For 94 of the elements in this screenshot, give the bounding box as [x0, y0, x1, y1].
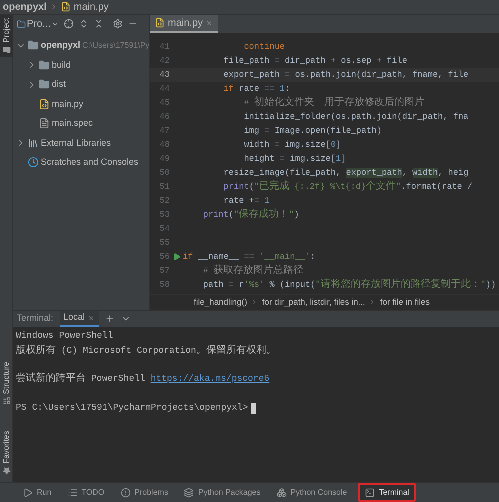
code-line: resize_image(file_path, export_path, width, heig	[222, 166, 469, 180]
separator-icon	[251, 299, 258, 306]
tool-window-button[interactable]: Problems	[116, 483, 174, 502]
line-number: 51	[158, 180, 170, 194]
line-number: 53	[158, 208, 170, 222]
line-number: 54	[158, 222, 170, 236]
terminal-icon	[365, 488, 376, 498]
structure-icon	[2, 397, 10, 406]
tool-window-button[interactable]: Python Console	[272, 483, 352, 502]
line-number: 52	[158, 194, 170, 208]
run-icon[interactable]	[172, 253, 180, 261]
project-view-dropdown[interactable]: Pro...	[17, 16, 59, 32]
collapse-all-icon[interactable]	[94, 19, 104, 29]
code-line: path = r'%s' % (input("请将您的存放图片的路径复制于此："))	[202, 278, 496, 292]
terminal-line: Windows PowerShell	[16, 330, 114, 344]
close-icon[interactable]	[88, 314, 96, 322]
scratches-icon	[28, 157, 39, 168]
settings-icon[interactable]	[112, 19, 123, 29]
breadcrumb-item[interactable]: openpyxl	[3, 0, 47, 14]
library-icon	[28, 138, 39, 149]
editor-tab[interactable]: main.py	[150, 15, 218, 33]
tool-window-button[interactable]: Python Packages	[179, 483, 266, 502]
line-number: 58	[158, 278, 170, 292]
tool-window-button[interactable]: Run	[18, 483, 57, 502]
play-icon	[23, 488, 33, 498]
code-line: if __name__ == '__main__':	[183, 250, 316, 264]
tool-window-button[interactable]: TODO	[62, 483, 110, 502]
line-number: 45	[158, 96, 170, 110]
tree-item[interactable]: openpyxl	[41, 39, 81, 52]
folder-icon	[28, 40, 39, 52]
folder-icon	[2, 46, 10, 54]
terminal-prompt: PS C:\Users\17591\PycharmProjects\openpyxl>	[16, 402, 248, 415]
terminal-tab[interactable]: Local	[60, 311, 100, 327]
new-tab-icon[interactable]	[105, 314, 116, 324]
line-number: 48	[158, 138, 170, 152]
code-line: if rate == 1:	[222, 82, 290, 96]
side-tool-tab[interactable]: Project	[0, 15, 13, 57]
line-number: 57	[158, 264, 170, 278]
caret-icon	[52, 20, 59, 28]
terminal-title: Terminal:	[17, 312, 54, 326]
code-line: continue	[243, 40, 286, 54]
tree-item[interactable]: Scratches and Consoles	[41, 156, 139, 170]
code-line: rate += 1	[222, 194, 270, 208]
tree-item[interactable]: main.spec	[52, 117, 94, 130]
tool-window-button[interactable]: Terminal	[358, 483, 416, 502]
folder-icon	[17, 20, 26, 28]
line-number: 42	[158, 54, 170, 68]
code-line: width = img.size[0]	[243, 138, 342, 152]
code-line: file_path = dir_path + os.sep + file	[222, 54, 408, 68]
code-line: print("保存成功！")	[202, 208, 300, 222]
tree-item[interactable]: dist	[52, 78, 66, 92]
line-number: 50	[158, 166, 170, 180]
line-number: 49	[158, 152, 170, 166]
star-icon	[2, 467, 10, 475]
code-line: print("已完成 {:.2f} %\t{:d}个文件".format(rate /	[222, 180, 473, 194]
side-tool-tab[interactable]: Structure	[0, 358, 13, 408]
line-number: 47	[158, 124, 170, 138]
terminal-line: 版权所有 (C) Microsoft Corporation。保留所有权利。	[16, 344, 276, 358]
file-icon	[39, 118, 50, 130]
link[interactable]: https://aka.ms/pscore6	[150, 374, 270, 384]
code-line: # 获取存放图片总路径	[202, 264, 304, 278]
separator-icon	[369, 299, 376, 306]
locate-icon[interactable]	[64, 19, 74, 29]
expand-all-icon[interactable]	[78, 19, 89, 29]
layers-icon	[184, 488, 194, 498]
line-number: 46	[158, 110, 170, 124]
folder-icon	[39, 79, 50, 90]
python-file-icon	[60, 2, 71, 12]
breadcrumb-item[interactable]: main.py	[74, 0, 109, 14]
line-number: 55	[158, 236, 170, 250]
tree-item[interactable]: External Libraries	[41, 136, 112, 150]
python-icon	[276, 488, 287, 498]
line-number: 56	[158, 250, 170, 264]
close-icon[interactable]	[206, 20, 214, 26]
text-cursor	[251, 403, 256, 414]
side-tool-tab[interactable]: Favorites	[0, 428, 13, 478]
terminal-line: 尝试新的跨平台 PowerShell https://aka.ms/pscore6	[16, 373, 270, 386]
code-line: # 初始化文件夹 用于存放修改后的图片	[243, 96, 425, 110]
alert-icon	[120, 488, 131, 498]
line-number: 44	[158, 82, 170, 96]
python-file-icon	[39, 98, 50, 110]
tree-item[interactable]: build	[52, 58, 72, 72]
code-line: export_path = os.path.join(dir_path, fname, file	[222, 68, 469, 82]
folder-icon	[39, 60, 50, 71]
line-number: 43	[158, 68, 170, 82]
code-line: initialize_folder(os.path.join(dir_path, fna	[243, 110, 469, 124]
python-file-icon	[155, 18, 165, 28]
breadcrumb-item[interactable]: for file in files	[380, 296, 430, 309]
line-number: 41	[158, 40, 170, 54]
tree-item[interactable]: main.py	[52, 98, 84, 111]
breadcrumb-item[interactable]: file_handling()	[194, 296, 248, 309]
breadcrumb-item[interactable]: for dir_path, listdir, files in...	[262, 296, 366, 309]
code-line: img = Image.open(file_path)	[243, 124, 382, 138]
code-line: height = img.size[1]	[243, 152, 346, 166]
